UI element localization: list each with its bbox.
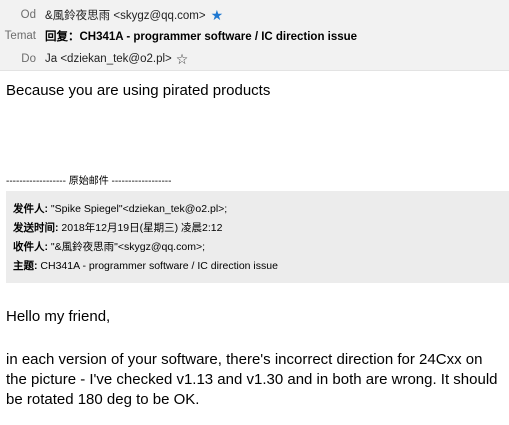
header-subject-row: Temat 回复：CH341A - programmer software / … [0, 27, 357, 45]
original-subject-value: CH341A - programmer software / IC direct… [37, 260, 278, 272]
original-message-divider: ------------------ 原始邮件 ----------------… [6, 176, 172, 187]
star-outline-icon[interactable]: ☆ [176, 52, 189, 66]
to-label: Do [21, 53, 36, 65]
message-greeting: Hello my friend, [6, 308, 111, 325]
sender-address[interactable]: &風鈴夜思雨 <skygz@qq.com> [45, 7, 206, 23]
original-sent-label: 发送时间: [13, 222, 59, 234]
original-from-label: 发件人: [13, 203, 48, 215]
original-subject-label: 主题: [13, 260, 38, 272]
header-to-row: Do Ja <dziekan_tek@o2.pl> ☆ [0, 50, 188, 68]
header-from-row: Od &風鈴夜思雨 <skygz@qq.com> ★ [0, 6, 224, 24]
original-to-line: 收件人: "&風鈴夜思雨"<skygz@qq.com>; [13, 238, 509, 257]
from-label: Od [20, 9, 36, 21]
reply-text: Because you are using pirated products [6, 82, 271, 99]
original-from-value: "Spike Spiegel"<dziekan_tek@o2.pl>; [48, 203, 228, 215]
original-to-value: "&風鈴夜思雨"<skygz@qq.com>; [48, 241, 205, 253]
recipient-address[interactable]: Ja <dziekan_tek@o2.pl> [45, 53, 172, 65]
original-message-header: 发件人: "Spike Spiegel"<dziekan_tek@o2.pl>;… [6, 191, 509, 283]
original-to-label: 收件人: [13, 241, 48, 253]
subject-value: 回复：CH341A - programmer software / IC dir… [45, 31, 358, 43]
original-subject-line: 主题: CH341A - programmer software / IC di… [13, 257, 509, 276]
message-header: Od &風鈴夜思雨 <skygz@qq.com> ★ Temat 回复：CH34… [0, 0, 509, 71]
message-paragraph: in each version of your software, there'… [6, 351, 498, 408]
original-sent-line: 发送时间: 2018年12月19日(星期三) 凌晨2:12 [13, 219, 509, 238]
star-filled-icon[interactable]: ★ [211, 8, 224, 22]
subject-label: Temat [4, 30, 36, 42]
original-sent-value: 2018年12月19日(星期三) 凌晨2:12 [58, 222, 223, 234]
original-from-line: 发件人: "Spike Spiegel"<dziekan_tek@o2.pl>; [13, 200, 509, 219]
